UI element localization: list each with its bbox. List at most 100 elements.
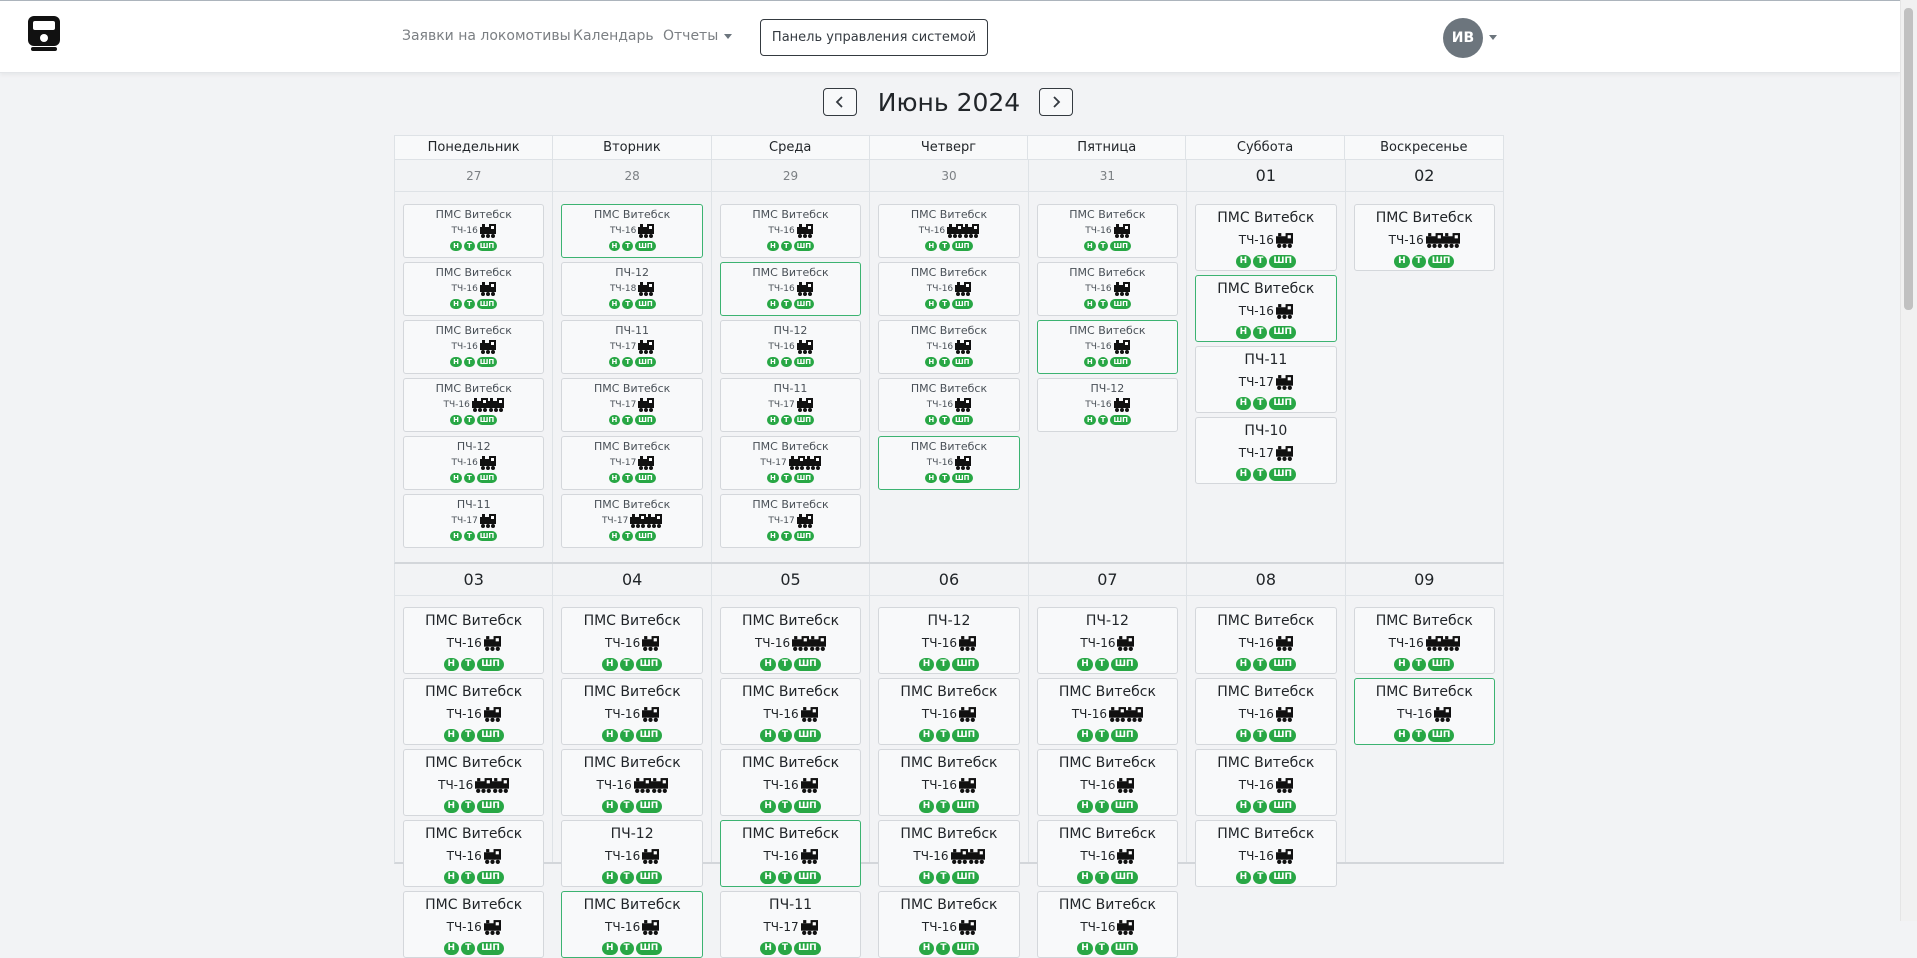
request-card[interactable]: ПМС Витебск ТЧ-16 Н Т ШП bbox=[403, 678, 545, 745]
request-card[interactable]: ПМС Витебск ТЧ-16 Н Т ШП bbox=[719, 204, 862, 258]
train-logo-icon[interactable] bbox=[26, 15, 62, 53]
nav-link-requests[interactable]: Заявки на локомотивы bbox=[402, 28, 571, 44]
request-card[interactable]: ПМС Витебск ТЧ-16 Н Т ШП bbox=[1195, 749, 1337, 816]
request-card[interactable]: ПЧ-11 ТЧ-17 Н Т ШП bbox=[1195, 346, 1337, 413]
scrollbar-thumb[interactable] bbox=[1904, 8, 1913, 310]
request-card[interactable]: ПЧ-12 ТЧ-16 Н Т ШП bbox=[561, 820, 703, 887]
day-cell[interactable]: 04 ПМС Витебск ТЧ-16 Н Т ШП ПМС Витебск ТЧ-16 Н Т… bbox=[553, 564, 712, 958]
request-card[interactable]: ПЧ-11 ТЧ-17 Н Т ШП bbox=[561, 320, 703, 374]
status-badge: Т bbox=[1253, 254, 1268, 268]
request-card[interactable]: ПМС Витебск ТЧ-16 Н Т ШП bbox=[1195, 204, 1337, 271]
request-badges: Н Т ШП bbox=[404, 413, 543, 427]
request-card[interactable]: ПМС Витебск ТЧ-16 Н Т ШП bbox=[561, 204, 703, 258]
request-card[interactable]: ПЧ-12 ТЧ-16 Н Т ШП bbox=[1036, 607, 1179, 674]
next-month-button[interactable] bbox=[1039, 88, 1073, 116]
status-badge: ШП bbox=[952, 799, 980, 813]
request-card[interactable]: ПМС Витебск ТЧ-16 Н Т ШП bbox=[561, 891, 703, 958]
day-cell[interactable]: 05 ПМС Витебск ТЧ-16 Н Т ШП ПМС Витебск ТЧ-16 Н Т… bbox=[711, 564, 871, 958]
day-cell[interactable]: 06 ПЧ-12 ТЧ-16 Н Т ШП ПМС Витебск ТЧ-16 Н Т ШП ПМС … bbox=[870, 564, 1029, 958]
request-card[interactable]: ПМС Витебск ТЧ-16 Н Т ШП bbox=[1036, 891, 1179, 958]
day-cell[interactable]: 27 ПМС Витебск ТЧ-16 Н Т ШП ПМС Витебск ТЧ-16 Н Т… bbox=[395, 160, 554, 562]
request-card[interactable]: ПЧ-11 ТЧ-17 Н Т ШП bbox=[403, 494, 545, 548]
request-card[interactable]: ПЧ-12 ТЧ-16 Н Т ШП bbox=[878, 607, 1020, 674]
system-panel-button[interactable]: Панель управления системой bbox=[760, 19, 988, 56]
request-card[interactable]: ПЧ-10 ТЧ-17 Н Т ШП bbox=[1195, 417, 1337, 484]
request-unit-row: ТЧ-16 bbox=[404, 773, 543, 797]
request-unit-row: ТЧ-16 bbox=[1038, 702, 1177, 726]
request-card[interactable]: ПЧ-12 ТЧ-16 Н Т ШП bbox=[719, 320, 862, 374]
request-card[interactable]: ПМС Витебск ТЧ-16 Н Т ШП bbox=[1195, 820, 1337, 887]
day-cell[interactable]: 08 ПМС Витебск ТЧ-16 Н Т ШП ПМС Витебск ТЧ-16 Н Т… bbox=[1187, 564, 1346, 887]
day-cell[interactable]: 30 ПМС Витебск ТЧ-16 Н Т ШП ПМС Витебск ТЧ-16 Н Т… bbox=[870, 160, 1029, 562]
request-card[interactable]: ПМС Витебск ТЧ-17 Н Т ШП bbox=[561, 436, 703, 490]
request-card[interactable]: ПМС Витебск ТЧ-16 Н Т ШП bbox=[561, 607, 703, 674]
day-cell[interactable]: 07 ПЧ-12 ТЧ-16 Н Т ШП ПМС Витебск ТЧ-16 Н Т ШП ПМС … bbox=[1028, 564, 1188, 958]
status-badge: Н bbox=[608, 473, 621, 483]
status-badge: ШП bbox=[1269, 254, 1296, 268]
day-cell[interactable]: 02 ПМС Витебск ТЧ-16 Н Т ШП bbox=[1345, 160, 1504, 562]
request-card[interactable]: ПМС Витебск ТЧ-16 Н Т ШП bbox=[1036, 262, 1179, 316]
nav-link-calendar[interactable]: Календарь bbox=[573, 28, 654, 44]
request-card[interactable]: ПМС Витебск ТЧ-16 Н Т ШП bbox=[1353, 607, 1495, 674]
nav-link-reports[interactable]: Отчеты bbox=[663, 28, 733, 44]
day-cell[interactable]: 29 ПМС Витебск ТЧ-16 Н Т ШП ПМС Витебск ТЧ-16 Н Т… bbox=[711, 160, 871, 562]
locomotive-icon bbox=[800, 777, 818, 793]
request-card[interactable]: ПМС Витебск ТЧ-16 Н Т ШП bbox=[719, 678, 862, 745]
request-card[interactable]: ПМС Витебск ТЧ-16 Н Т ШП bbox=[1195, 678, 1337, 745]
request-card[interactable]: ПМС Витебск ТЧ-16 Н Т ШП bbox=[719, 749, 862, 816]
request-card[interactable]: ПМС Витебск ТЧ-16 Н Т ШП bbox=[878, 320, 1020, 374]
request-card[interactable]: ПМС Витебск ТЧ-16 Н Т ШП bbox=[878, 749, 1020, 816]
request-card[interactable]: ПМС Витебск ТЧ-16 Н Т ШП bbox=[1195, 275, 1337, 342]
request-card[interactable]: ПМС Витебск ТЧ-16 Н Т ШП bbox=[1195, 607, 1337, 674]
request-card[interactable]: ПМС Витебск ТЧ-16 Н Т ШП bbox=[403, 378, 545, 432]
request-card[interactable]: ПМС Витебск ТЧ-16 Н Т ШП bbox=[403, 891, 545, 958]
request-card[interactable]: ПМС Витебск ТЧ-16 Н Т ШП bbox=[561, 678, 703, 745]
request-card[interactable]: ПМС Витебск ТЧ-16 Н Т ШП bbox=[1036, 320, 1179, 374]
request-card[interactable]: ПЧ-12 ТЧ-16 Н Т ШП bbox=[403, 436, 545, 490]
day-cell[interactable]: 31 ПМС Витебск ТЧ-16 Н Т ШП ПМС Витебск ТЧ-16 Н Т… bbox=[1028, 160, 1188, 562]
request-card[interactable]: ПЧ-11 ТЧ-17 Н Т ШП bbox=[719, 378, 862, 432]
request-card[interactable]: ПЧ-11 ТЧ-17 Н Т ШП bbox=[719, 891, 862, 958]
request-card[interactable]: ПМС Витебск ТЧ-16 Н Т ШП bbox=[1036, 678, 1179, 745]
request-badges: Н Т ШП bbox=[721, 471, 860, 485]
request-card[interactable]: ПМС Витебск ТЧ-16 Н Т ШП bbox=[561, 749, 703, 816]
request-card[interactable]: ПЧ-12 ТЧ-18 Н Т ШП bbox=[561, 262, 703, 316]
request-card[interactable]: ПМС Витебск ТЧ-16 Н Т ШП bbox=[403, 204, 545, 258]
request-card[interactable]: ПМС Витебск ТЧ-16 Н Т ШП bbox=[1036, 204, 1179, 258]
request-card[interactable]: ПМС Витебск ТЧ-16 Н Т ШП bbox=[1036, 820, 1179, 887]
request-card[interactable]: ПМС Витебск ТЧ-16 Н Т ШП bbox=[878, 436, 1020, 490]
request-card[interactable]: ПМС Витебск ТЧ-16 Н Т ШП bbox=[719, 820, 862, 887]
request-card[interactable]: ПМС Витебск ТЧ-16 Н Т ШП bbox=[878, 891, 1020, 958]
request-card[interactable]: ПМС Витебск ТЧ-16 Н Т ШП bbox=[878, 262, 1020, 316]
request-unit: ТЧ-16 bbox=[1080, 920, 1116, 934]
request-card[interactable]: ПМС Витебск ТЧ-16 Н Т ШП bbox=[1036, 749, 1179, 816]
request-card[interactable]: ПМС Витебск ТЧ-16 Н Т ШП bbox=[719, 262, 862, 316]
day-cell[interactable]: 28 ПМС Витебск ТЧ-16 Н Т ШП ПЧ-12 ТЧ-18 Н Т ШП ПЧ-1… bbox=[553, 160, 712, 562]
day-cell[interactable]: 03 ПМС Витебск ТЧ-16 Н Т ШП ПМС Витебск ТЧ-16 Н Т… bbox=[395, 564, 554, 958]
day-cell[interactable]: 09 ПМС Витебск ТЧ-16 Н Т ШП ПМС Витебск ТЧ-16 Н Т… bbox=[1345, 564, 1504, 862]
request-card[interactable]: ПМС Витебск ТЧ-16 Н Т ШП bbox=[878, 820, 1020, 887]
request-card[interactable]: ПМС Витебск ТЧ-16 Н Т ШП bbox=[403, 749, 545, 816]
request-card[interactable]: ПМС Витебск ТЧ-17 Н Т ШП bbox=[719, 436, 862, 490]
request-card[interactable]: ПМС Витебск ТЧ-16 Н Т ШП bbox=[878, 378, 1020, 432]
prev-month-button[interactable] bbox=[823, 88, 857, 116]
request-card[interactable]: ПМС Витебск ТЧ-16 Н Т ШП bbox=[403, 607, 545, 674]
request-card[interactable]: ПМС Витебск ТЧ-16 Н Т ШП bbox=[878, 204, 1020, 258]
request-card[interactable]: ПМС Витебск ТЧ-16 Н Т ШП bbox=[1353, 204, 1495, 271]
request-card[interactable]: ПМС Витебск ТЧ-17 Н Т ШП bbox=[561, 494, 703, 548]
request-card[interactable]: ПМС Витебск ТЧ-16 Н Т ШП bbox=[403, 262, 545, 316]
request-unit-row: ТЧ-16 bbox=[1038, 915, 1177, 939]
avatar-chevron-down-icon[interactable] bbox=[1489, 35, 1497, 40]
avatar[interactable]: ИВ bbox=[1443, 18, 1483, 58]
request-card[interactable]: ПМС Витебск ТЧ-16 Н Т ШП bbox=[878, 678, 1020, 745]
request-card[interactable]: ПЧ-12 ТЧ-16 Н Т ШП bbox=[1036, 378, 1179, 432]
request-card[interactable]: ПМС Витебск ТЧ-16 Н Т ШП bbox=[403, 820, 545, 887]
request-card[interactable]: ПМС Витебск ТЧ-17 Н Т ШП bbox=[561, 378, 703, 432]
status-badge: ШП bbox=[1110, 657, 1138, 671]
request-card[interactable]: ПМС Витебск ТЧ-16 Н Т ШП bbox=[1353, 678, 1495, 745]
request-card[interactable]: ПМС Витебск ТЧ-17 Н Т ШП bbox=[719, 494, 862, 548]
day-cell[interactable]: 01 ПМС Витебск ТЧ-16 Н Т ШП ПМС Витебск ТЧ-16 Н Т… bbox=[1187, 160, 1346, 562]
request-unit: ТЧ-17 bbox=[768, 515, 795, 526]
request-card[interactable]: ПМС Витебск ТЧ-16 Н Т ШП bbox=[719, 607, 862, 674]
request-card[interactable]: ПМС Витебск ТЧ-16 Н Т ШП bbox=[403, 320, 545, 374]
